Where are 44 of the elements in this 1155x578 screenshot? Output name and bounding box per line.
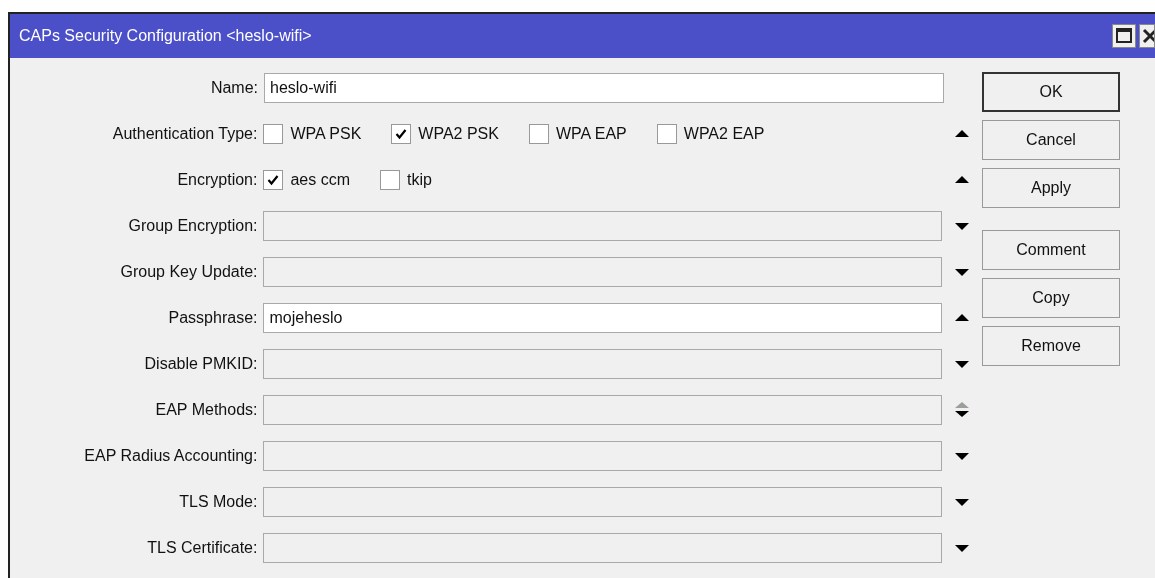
checkbox[interactable] [380,170,401,190]
input-field[interactable] [263,349,943,379]
field-label: Authentication Type: [111,125,259,143]
field-label: Group Encryption: [127,217,259,235]
checkbox[interactable] [391,124,412,144]
input-field[interactable] [263,487,943,517]
checkbox-label: aes ccm [290,171,351,189]
field-label: TLS Mode: [178,493,259,511]
checkbox-label: WPA EAP [555,125,627,143]
dialog-button[interactable]: Cancel [982,120,1120,160]
dialog-button[interactable]: Apply [982,168,1120,208]
checkbox[interactable] [263,124,284,144]
dialog-button[interactable]: OK [982,72,1120,112]
window-title: CAPs Security Configuration <heslo-wifi> [19,27,313,45]
up-down-arrow-icon[interactable] [954,400,970,420]
dialog-button[interactable]: Remove [982,326,1120,366]
field-label: Passphrase: [167,309,259,327]
checkmark-icon [267,174,280,186]
checkbox[interactable] [528,124,549,144]
checkbox[interactable] [263,170,284,190]
checkbox-label: tkip [407,171,432,189]
field-label: EAP Radius Accounting: [83,447,259,465]
maximize-icon[interactable] [1112,24,1136,48]
input-field[interactable] [263,533,943,563]
dialog-button[interactable]: Comment [982,230,1120,270]
checkbox-label: WPA PSK [290,125,362,143]
input-field[interactable]: mojeheslo [263,303,943,333]
field-label: Disable PMKID: [143,355,259,373]
input-field[interactable] [263,441,943,471]
checkmark-icon [395,128,408,140]
field-label: Name: [209,79,259,97]
checkbox-label: WPA2 EAP [683,125,765,143]
checkbox-label: WPA2 PSK [418,125,499,143]
checkbox[interactable] [656,124,677,144]
input-field[interactable]: heslo-wifi [264,73,944,103]
input-field[interactable] [263,211,943,241]
field-label: EAP Methods: [154,401,259,419]
input-field[interactable] [263,257,943,287]
field-label: TLS Certificate: [146,539,259,557]
input-field[interactable] [263,395,943,425]
field-label: Group Key Update: [119,263,259,281]
field-label: Encryption: [176,171,259,189]
dialog-button[interactable]: Copy [982,278,1120,318]
close-icon[interactable] [1139,24,1155,48]
